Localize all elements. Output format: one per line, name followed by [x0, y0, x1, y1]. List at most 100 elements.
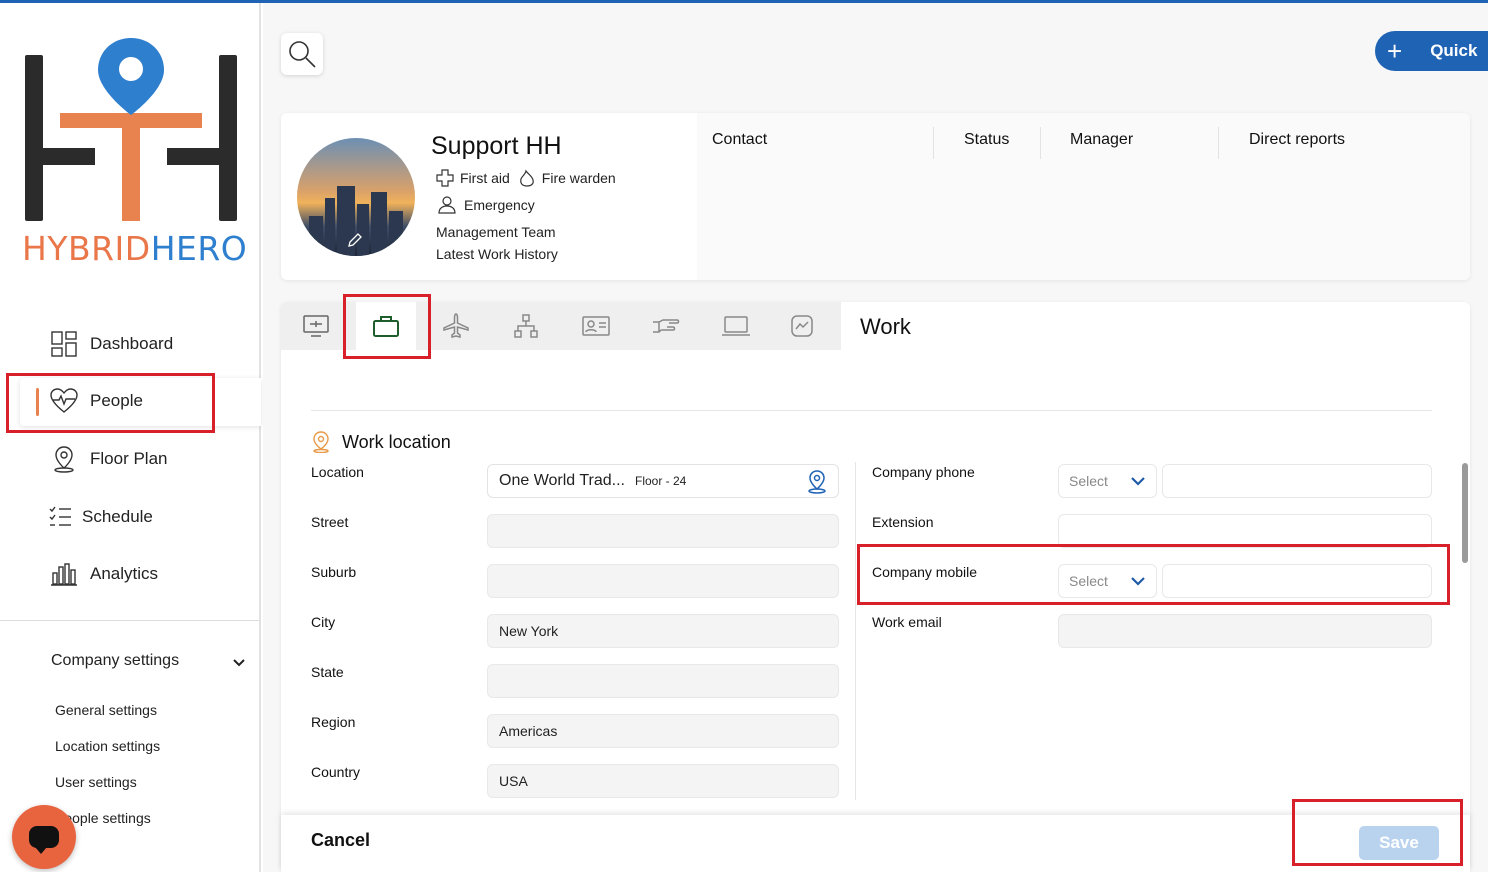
sidebar-item-schedule[interactable]: Schedule: [48, 497, 153, 537]
emergency-label: Emergency: [464, 197, 535, 213]
company-mobile-label: Company mobile: [872, 564, 978, 580]
country-field[interactable]: USA: [487, 764, 839, 798]
section-title: Work location: [342, 432, 451, 452]
region-label: Region: [311, 714, 356, 730]
extension-field[interactable]: [1058, 514, 1432, 548]
city-label: City: [311, 614, 336, 630]
tab-devices[interactable]: [706, 302, 766, 350]
tab-activity[interactable]: [772, 302, 832, 350]
flame-icon: [518, 169, 536, 187]
suburb-field[interactable]: [487, 564, 839, 598]
tab-hand[interactable]: [636, 302, 696, 350]
search-button[interactable]: [281, 33, 323, 75]
state-label: State: [311, 664, 344, 680]
sidebar-item-people[interactable]: People: [50, 381, 143, 421]
company-phone-field[interactable]: [1162, 464, 1432, 498]
org-chart-icon: [514, 314, 538, 338]
sidebar-item-floor-plan[interactable]: Floor Plan: [50, 439, 167, 479]
work-email-field[interactable]: [1058, 614, 1432, 648]
edit-pencil-icon[interactable]: [347, 232, 363, 248]
badge-first-aid: First aid: [460, 170, 510, 186]
column-divider: [1218, 127, 1219, 159]
plane-icon: [443, 313, 469, 338]
company-mobile-country-select[interactable]: Select: [1058, 564, 1157, 598]
section-divider: [311, 410, 1432, 411]
badge-fire-warden: Fire warden: [541, 170, 616, 186]
tab-travel[interactable]: [426, 302, 486, 350]
profile-badges: First aid Fire warden: [436, 169, 616, 187]
save-button[interactable]: Save: [1359, 826, 1439, 860]
select-placeholder: Select: [1069, 573, 1108, 589]
location-pin-icon: [313, 431, 329, 453]
chat-bubble-icon: [29, 826, 59, 854]
sidebar-item-label: People: [90, 391, 143, 410]
street-label: Street: [311, 514, 349, 530]
region-field[interactable]: Americas: [487, 714, 839, 748]
column-contact: Contact: [712, 131, 768, 148]
select-placeholder: Select: [1069, 473, 1108, 489]
chevron-down-icon: [1131, 477, 1145, 486]
bar-chart-icon: [50, 560, 78, 588]
monitor-icon: [303, 315, 329, 337]
sidebar-item-label: Schedule: [82, 507, 153, 526]
chevron-down-icon[interactable]: [230, 654, 248, 672]
form-footer: [281, 815, 1470, 872]
id-card-icon: [582, 316, 610, 336]
cancel-button[interactable]: Cancel: [311, 830, 370, 851]
avatar[interactable]: [297, 138, 415, 256]
settings-link-location[interactable]: Location settings: [55, 738, 160, 754]
country-label: Country: [311, 764, 361, 780]
tab-org-chart[interactable]: [496, 302, 556, 350]
column-manager: Manager: [1070, 131, 1134, 148]
suburb-label: Suburb: [311, 564, 357, 580]
quick-label: Quick: [1430, 41, 1478, 60]
quick-add-button[interactable]: + Quick: [1375, 31, 1488, 71]
floor-value: Floor - 24: [634, 474, 687, 488]
column-divider: [933, 127, 934, 159]
location-label: Location: [311, 464, 364, 480]
profile-card: Support HH First aid Fire warden Emergen…: [281, 113, 1470, 280]
extension-label: Extension: [872, 514, 934, 530]
chat-support-button[interactable]: [12, 805, 76, 869]
profile-work-history[interactable]: Latest Work History: [436, 246, 558, 262]
map-pin-icon[interactable]: [806, 470, 828, 494]
sidebar-item-label: Floor Plan: [90, 449, 168, 468]
tab-work[interactable]: [356, 302, 416, 350]
activity-icon: [791, 315, 813, 337]
sidebar-item-dashboard[interactable]: Dashboard: [50, 324, 173, 364]
settings-link-user[interactable]: User settings: [55, 774, 137, 790]
column-divider: [855, 462, 856, 800]
profile-columns: Contact Status Manager Direct reports: [697, 113, 1470, 280]
tab-id-details[interactable]: [566, 302, 626, 350]
company-mobile-field[interactable]: [1162, 564, 1432, 598]
heart-pulse-icon: [50, 387, 78, 415]
search-icon: [289, 41, 316, 68]
settings-link-general[interactable]: General settings: [55, 702, 157, 718]
column-status: Status: [964, 131, 1010, 148]
map-pin-icon: [50, 445, 78, 473]
city-field[interactable]: New York: [487, 614, 839, 648]
laptop-icon: [722, 316, 750, 336]
sidebar-item-label: Analytics: [90, 564, 159, 583]
company-settings-toggle[interactable]: Company settings: [51, 652, 179, 670]
sidebar-item-analytics[interactable]: Analytics: [50, 554, 158, 594]
first-aid-cross-icon: [436, 169, 454, 187]
sidebar-item-label: Dashboard: [90, 334, 174, 353]
tab-overview[interactable]: [286, 302, 346, 350]
profile-team[interactable]: Management Team: [436, 224, 556, 240]
company-phone-country-select[interactable]: Select: [1058, 464, 1157, 498]
hand-icon: [653, 319, 680, 333]
street-field[interactable]: [487, 514, 839, 548]
logo-wordmark: HYBRIDHERO: [22, 229, 248, 268]
location-value: One World Trad...: [499, 472, 625, 489]
person-icon: [436, 196, 458, 214]
profile-name: Support HH: [431, 132, 562, 160]
state-field[interactable]: [487, 664, 839, 698]
scrollbar-thumb[interactable]: [1462, 463, 1468, 563]
location-picker[interactable]: One World Trad... Floor - 24: [487, 464, 839, 498]
column-direct-reports: Direct reports: [1249, 131, 1346, 148]
company-phone-label: Company phone: [872, 464, 975, 480]
work-email-label: Work email: [872, 614, 942, 630]
dashboard-icon: [50, 330, 78, 358]
chevron-down-icon: [1131, 577, 1145, 586]
